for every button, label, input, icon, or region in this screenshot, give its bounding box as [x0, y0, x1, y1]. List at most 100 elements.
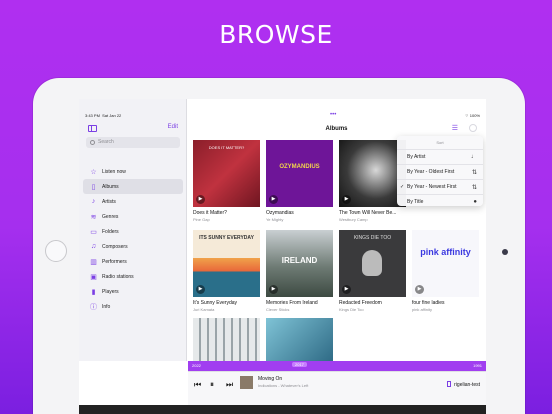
year-timeline[interactable]: 2022 2017 1991 — [188, 361, 486, 371]
play-icon[interactable]: ▶ — [269, 195, 278, 204]
sort-by-year-oldest[interactable]: By Year - Oldest First ⇅ — [397, 164, 483, 179]
play-icon[interactable]: ▶ — [196, 195, 205, 204]
album-title: four fine ladies — [412, 300, 445, 306]
performers-icon: ▥ — [90, 258, 97, 266]
sidebar-toggle-icon[interactable] — [88, 125, 97, 132]
album-art — [193, 318, 260, 361]
sidebar-item-genres[interactable]: ≋ Genres — [83, 209, 183, 224]
sort-by-title[interactable]: By Title ● — [397, 194, 483, 209]
more-dots-icon[interactable]: ••• — [330, 112, 336, 118]
album-card[interactable]: KINGS DIE TOO ▶ Redacted Freedom Kings D… — [339, 230, 406, 312]
album-artist: pink affinity — [412, 307, 432, 312]
album-card[interactable]: pink affinity ▶ four fine ladies pink af… — [412, 230, 479, 312]
album-artist: Westbury Camp — [339, 217, 368, 222]
promo-headline: BROWSE — [219, 20, 333, 49]
radio-icon: ▣ — [90, 273, 97, 281]
album-art: IRELAND ▶ — [266, 230, 333, 297]
album-art-text: ITS SUNNY EVERYDAY — [199, 235, 254, 241]
checkmark-icon: ✓ — [400, 184, 405, 190]
page-title: Albums — [325, 126, 348, 132]
sidebar-item-performers[interactable]: ▥ Performers — [83, 254, 183, 269]
sidebar-nav: ☆ Listen now ▯ Albums ♪ Artists ≋ Genres… — [83, 164, 183, 314]
album-title: The Town Will Never Be... — [339, 210, 397, 216]
output-device[interactable]: rigelian-test — [447, 381, 480, 388]
now-playing-label: Moving On — [258, 376, 283, 382]
album-art: KINGS DIE TOO ▶ — [339, 230, 406, 297]
sort-ascending-icon: ⇅ — [471, 169, 477, 176]
pause-icon[interactable]: ⏸ — [210, 380, 214, 390]
camera — [502, 249, 508, 255]
album-card[interactable]: IRELAND ▶ Memories From Ireland Clever S… — [266, 230, 333, 312]
speaker-icon — [447, 381, 452, 387]
star-icon: ☆ — [90, 168, 97, 176]
app-screen: 3:43 PM Sat Jan 22 Edit Search ☆ Listen … — [79, 99, 486, 405]
album-art: OZYMANDIUS ▶ — [266, 140, 333, 207]
sidebar-item-albums[interactable]: ▯ Albums — [83, 179, 183, 194]
play-icon[interactable]: ▶ — [269, 285, 278, 294]
status-time: 3:43 PM Sat Jan 22 — [85, 113, 122, 118]
now-playing-art[interactable] — [240, 376, 253, 389]
status-battery: ⌔ 100% — [464, 113, 480, 118]
timeline-end: 1991 — [473, 363, 482, 368]
search-input[interactable]: Search — [86, 137, 180, 148]
timeline-marker[interactable]: 2017 — [292, 362, 307, 367]
album-art: DOES IT MATTER? ▶ — [193, 140, 260, 207]
sidebar-item-players[interactable]: ▮ Players — [83, 284, 183, 299]
sidebar-item-artists[interactable]: ♪ Artists — [83, 194, 183, 209]
album-artist: Kings Die Too — [339, 307, 364, 312]
album-title: It's Sunny Everyday — [193, 300, 238, 306]
album-art-text: IRELAND — [281, 256, 318, 265]
edit-button[interactable]: Edit — [168, 124, 178, 130]
sort-descending-icon: ⇅ — [471, 184, 477, 191]
album-art-text: DOES IT MATTER? — [208, 145, 245, 150]
album-title: Ozymandias — [266, 210, 294, 216]
timeline-start: 2022 — [192, 363, 201, 368]
now-playing-track: Indications - Whatever's Left — [258, 383, 309, 388]
album-artist: Pine Gap — [193, 217, 210, 222]
sidebar-item-composers[interactable]: ♫ Composers — [83, 239, 183, 254]
search-icon — [90, 140, 95, 145]
players-icon: ▮ — [91, 288, 96, 296]
album-art-text: KINGS DIE TOO — [353, 235, 392, 241]
album-art-text: OZYMANDIUS — [279, 164, 320, 170]
album-card[interactable] — [193, 318, 260, 361]
sort-by-artist[interactable]: By Artist ♩ — [397, 149, 483, 164]
play-icon[interactable]: ▶ — [342, 195, 351, 204]
album-art: pink affinity ▶ — [412, 230, 479, 297]
sidebar-item-radio-stations[interactable]: ▣ Radio stations — [83, 269, 183, 284]
device-bezel-bottom — [79, 405, 486, 414]
folder-icon: ▭ — [90, 228, 97, 236]
album-title: Redacted Freedom — [339, 300, 382, 306]
sort-menu-icon[interactable] — [469, 124, 477, 132]
album-art: ITS SUNNY EVERYDAY ▶ — [193, 230, 260, 297]
sidebar-item-folders[interactable]: ▭ Folders — [83, 224, 183, 239]
info-icon: ⓘ — [90, 303, 97, 311]
album-card[interactable] — [266, 318, 333, 361]
play-icon[interactable]: ▶ — [342, 285, 351, 294]
album-art: ▶ — [339, 140, 406, 207]
play-icon[interactable]: ▶ — [415, 285, 424, 294]
list-view-icon[interactable]: ☰ — [452, 124, 458, 132]
sidebar-item-listen-now[interactable]: ☆ Listen now — [83, 164, 183, 179]
album-title: Does it Matter? — [193, 210, 227, 216]
album-art-text: pink affinity — [420, 247, 471, 257]
sort-by-year-newest[interactable]: ✓ By Year - Newest First ⇅ — [397, 179, 483, 194]
album-card[interactable]: ▶ The Town Will Never Be... Westbury Cam… — [339, 140, 406, 222]
album-artist: Ye Mighty — [266, 217, 284, 222]
album-art — [266, 318, 333, 361]
composers-icon: ♫ — [90, 243, 97, 250]
album-card[interactable]: ITS SUNNY EVERYDAY ▶ It's Sunny Everyday… — [193, 230, 260, 312]
sort-menu: Sort By Artist ♩ By Year - Oldest First … — [397, 136, 483, 206]
previous-icon[interactable]: ⏮ — [194, 380, 201, 390]
genres-icon: ≋ — [90, 213, 97, 221]
title-icon: ● — [473, 199, 477, 205]
play-icon[interactable]: ▶ — [196, 285, 205, 294]
next-icon[interactable]: ⏭ — [226, 380, 233, 390]
album-card[interactable]: DOES IT MATTER? ▶ Does it Matter? Pine G… — [193, 140, 260, 222]
mini-player: ⏮ ⏸ ⏭ Moving On Indications - Whatever's… — [188, 371, 486, 405]
album-card[interactable]: OZYMANDIUS ▶ Ozymandias Ye Mighty — [266, 140, 333, 222]
skull-graphic — [362, 250, 382, 276]
sidebar-item-info[interactable]: ⓘ Info — [83, 299, 183, 314]
album-artist: Juri Kamata — [193, 307, 215, 312]
artists-icon: ♪ — [91, 198, 96, 205]
